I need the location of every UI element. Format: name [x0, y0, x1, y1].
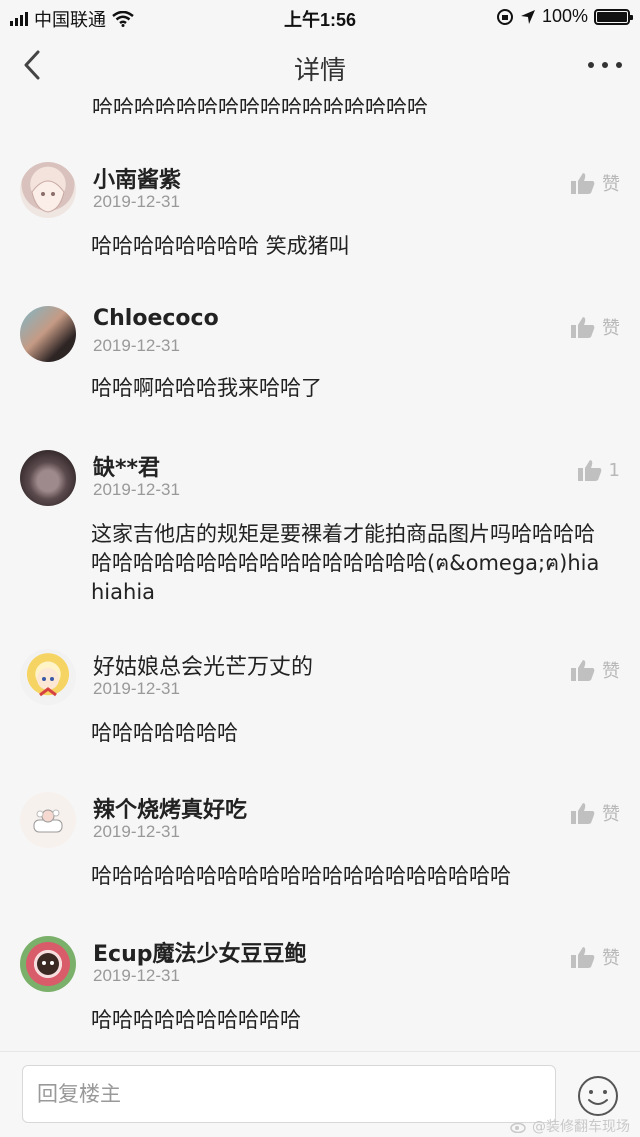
weibo-icon	[510, 1122, 526, 1133]
battery-percent: 100%	[541, 6, 588, 26]
username[interactable]: 辣个烧烤真好吃	[93, 792, 247, 824]
comment-item: Ecup魔法少女豆豆鲍 2019-12-31 赞 哈哈哈哈哈哈哈哈哈哈	[0, 936, 640, 1046]
avatar[interactable]	[20, 649, 76, 705]
avatar[interactable]	[20, 306, 76, 362]
username[interactable]: 缺**君	[93, 450, 160, 482]
comment-item: 小南酱紫 2019-12-31 赞 哈哈哈哈哈哈哈哈 笑成猪叫	[0, 162, 640, 282]
username[interactable]: Ecup魔法少女豆豆鲍	[93, 936, 306, 968]
avatar[interactable]	[20, 450, 76, 506]
previous-comment-text: 哈哈哈哈哈哈哈哈哈哈哈哈哈哈哈哈	[92, 96, 428, 114]
like-label: 赞	[602, 174, 620, 195]
status-right: 100%	[496, 6, 633, 27]
like-label: 赞	[602, 804, 620, 825]
comment-date: 2019-12-31	[93, 336, 180, 355]
thumbs-up-icon	[571, 660, 595, 681]
comment-text: 哈哈哈哈哈哈哈哈 笑成猪叫	[91, 234, 350, 258]
comment-date: 2019-12-31	[93, 966, 180, 985]
like-label: 赞	[602, 661, 620, 682]
like-button[interactable]: 1	[577, 458, 620, 482]
thumbs-up-icon	[571, 803, 595, 824]
like-label: 赞	[602, 948, 620, 969]
watermark: @装修翻车现场	[510, 1116, 630, 1136]
comment-item: 辣个烧烤真好吃 2019-12-31 赞 哈哈哈哈哈哈哈哈哈哈哈哈哈哈哈哈哈哈哈…	[0, 792, 640, 902]
emoji-icon[interactable]	[576, 1074, 620, 1118]
avatar[interactable]	[20, 162, 76, 218]
comment-text: 这家吉他店的规矩是要裸着才能拍商品图片吗哈哈哈哈哈哈哈哈哈哈哈哈哈哈哈哈哈哈哈哈…	[91, 522, 600, 604]
like-button[interactable]: 赞	[570, 657, 620, 683]
page-title: 详情	[293, 56, 346, 86]
nav-bar: 详情	[0, 34, 640, 96]
location-icon	[520, 9, 535, 24]
comment-text: 哈哈哈哈哈哈哈哈哈哈哈哈哈哈哈哈哈哈哈哈	[91, 864, 511, 888]
avatar[interactable]	[20, 792, 76, 848]
reply-bar: 回复楼主 @装修翻车现场	[0, 1051, 640, 1137]
more-icon[interactable]	[588, 54, 622, 76]
like-button[interactable]: 赞	[570, 944, 620, 970]
battery-icon	[594, 8, 633, 25]
username[interactable]: 小南酱紫	[93, 162, 181, 194]
comment-item: 缺**君 2019-12-31 1 这家吉他店的规矩是要裸着才能拍商品图片吗哈哈…	[0, 450, 640, 620]
comment-date: 2019-12-31	[93, 822, 180, 841]
comment-text: 哈哈哈哈哈哈哈哈哈哈	[91, 1008, 301, 1032]
like-button[interactable]: 赞	[570, 800, 620, 826]
watermark-text: @装修翻车现场	[532, 1119, 630, 1135]
comment-text: 哈哈哈哈哈哈哈	[91, 721, 238, 745]
comment-item: 好姑娘总会光芒万丈的 2019-12-31 赞 哈哈哈哈哈哈哈	[0, 649, 640, 759]
comment-item: Chloecoco 2019-12-31 赞 哈哈啊哈哈哈我来哈哈了	[0, 306, 640, 416]
like-button[interactable]: 赞	[570, 314, 620, 340]
comment-date: 2019-12-31	[93, 679, 180, 698]
comment-date: 2019-12-31	[93, 192, 180, 211]
reply-input[interactable]: 回复楼主	[22, 1065, 556, 1123]
like-button[interactable]: 赞	[570, 170, 620, 196]
username[interactable]: 好姑娘总会光芒万丈的	[93, 649, 313, 681]
like-count: 1	[608, 459, 620, 481]
thumbs-up-icon	[571, 947, 595, 968]
thumbs-up-icon	[571, 317, 595, 338]
comment-text: 哈哈啊哈哈哈我来哈哈了	[91, 376, 322, 400]
comment-date: 2019-12-31	[93, 480, 180, 499]
avatar[interactable]	[20, 936, 76, 992]
status-bar: 中国联通 上午1:56 100%	[0, 0, 640, 34]
username[interactable]: Chloecoco	[93, 306, 219, 331]
orientation-lock-icon	[496, 8, 513, 25]
thumbs-up-icon	[577, 460, 601, 481]
like-label: 赞	[602, 318, 620, 339]
thumbs-up-icon	[571, 173, 595, 194]
